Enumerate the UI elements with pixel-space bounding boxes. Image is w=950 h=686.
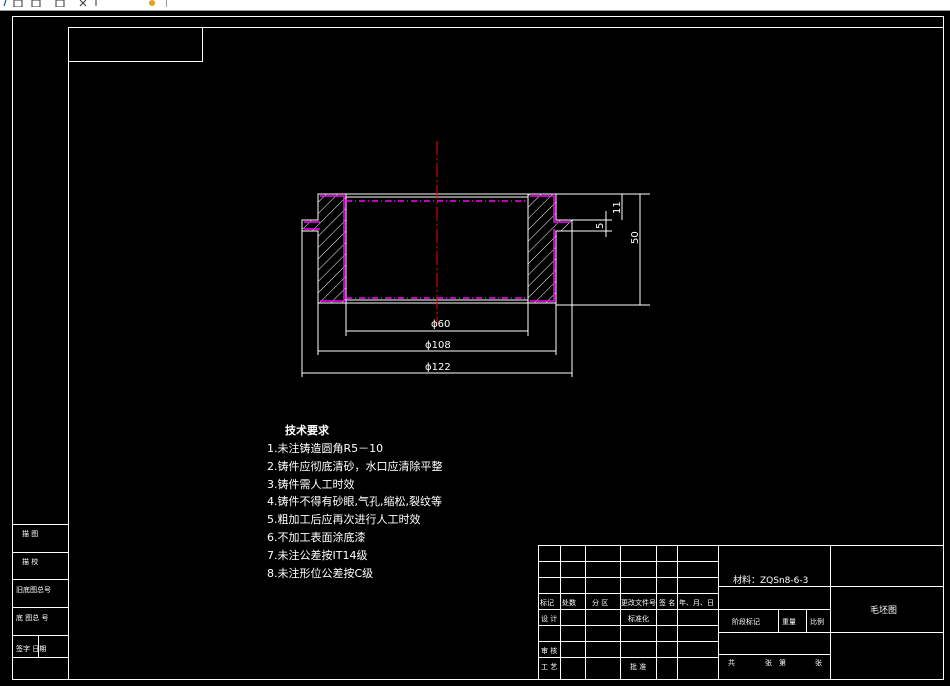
save-icon: [31, 0, 41, 7]
left-wall: [301, 193, 347, 304]
tb-sheet-no: 第: [779, 659, 786, 667]
requirements-title: 技术要求: [285, 424, 329, 437]
dim-outer-dia: ϕ122: [425, 362, 451, 373]
requirement-5: 5.粗加工后应再次进行人工时效: [267, 513, 421, 526]
requirement-1: 1.未注铸造圆角R5－10: [267, 442, 384, 455]
open-icon: [13, 0, 23, 7]
toolbar-icons: [3, 0, 167, 7]
tb-change-doc: 更改文件号: [621, 599, 656, 607]
dimension-lines: [301, 193, 650, 377]
requirement-2: 2.铸件应彻底清砂，水口应清除平整: [267, 460, 443, 473]
tb-stage-mark: 阶段标记: [732, 618, 760, 626]
requirement-6: 6.不加工表面涂底漆: [267, 531, 366, 544]
part-section-view: ϕ60 ϕ108 ϕ122 50 11 5: [301, 141, 650, 377]
dim-inner-dia: ϕ60: [431, 319, 450, 330]
tb-design: 设 计: [541, 615, 558, 623]
requirement-7: 7.未注公差按IT14级: [267, 549, 368, 562]
tb-sheet: 张: [815, 659, 822, 667]
tb-date: 年、月、日: [679, 599, 714, 607]
requirement-8: 8.未注形位公差按C级: [267, 567, 374, 580]
toolbar: [0, 0, 950, 11]
tb-count: 处数: [562, 599, 576, 607]
requirement-3: 3.铸件需人工时效: [267, 478, 355, 491]
tb-process: 工 艺: [541, 663, 558, 671]
tb-total: 共: [728, 659, 735, 667]
tb-mark: 标记: [540, 599, 554, 607]
stamp-base-no: 底 图总 号: [16, 614, 49, 622]
paint-icon: [149, 0, 155, 6]
tb-standardization: 标准化: [628, 615, 649, 623]
right-wall: [527, 193, 573, 304]
requirement-4: 4.铸件不得有砂眼,气孔,缩松,裂纹等: [267, 495, 442, 508]
stamp-check: 描 校: [22, 558, 39, 566]
tb-scale: 比例: [810, 618, 824, 626]
dim-flange-offset: 11: [612, 201, 623, 214]
tb-drawing-name: 毛坯图: [870, 606, 898, 616]
tb-zone: 分 区: [592, 599, 609, 607]
pencil-icon: [3, 0, 7, 7]
tb-review: 审 核: [541, 647, 558, 655]
stamp-sign-date: 签字 日期: [16, 645, 47, 653]
tb-approve: 批 准: [630, 663, 647, 671]
inner-border: [68, 27, 944, 680]
dim-height: 50: [630, 231, 641, 244]
top-left-code-box: [68, 27, 203, 62]
stamp-trace: 描 图: [22, 530, 39, 538]
cut-icon: [79, 0, 87, 7]
print-icon: [55, 0, 65, 7]
dim-mid-dia: ϕ108: [425, 340, 451, 351]
tb-weight: 重量: [782, 618, 796, 626]
tb-material: 材料：ZQSn8-6-3: [733, 576, 809, 586]
toolbar-divider: [166, 0, 167, 7]
stamp-old-no: 旧底图总号: [16, 586, 51, 594]
left-stamp-table: [12, 524, 69, 680]
tb-signature: 签 名: [659, 599, 676, 607]
tb-sheets: 张: [765, 659, 772, 667]
dim-flange-thickness: 5: [595, 223, 606, 229]
